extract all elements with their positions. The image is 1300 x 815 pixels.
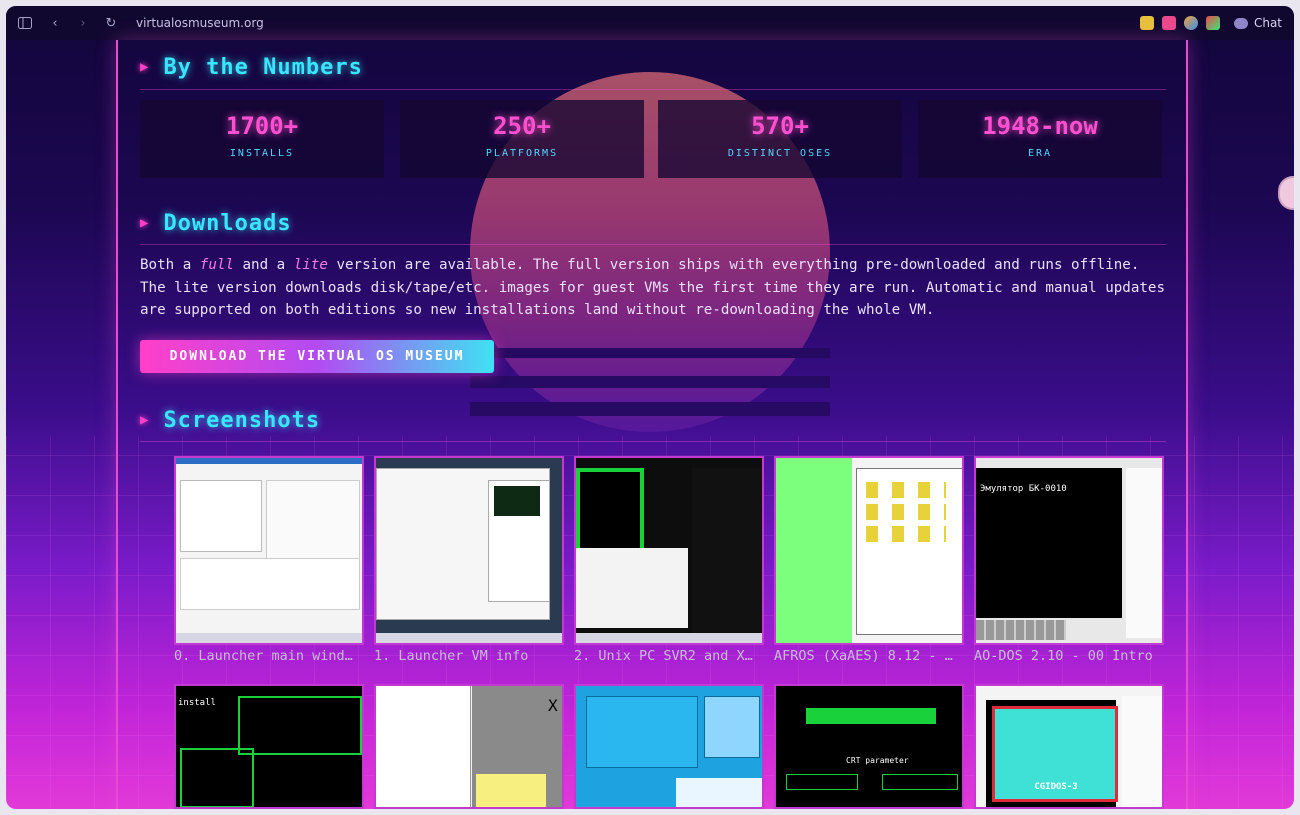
extensions-area bbox=[1139, 16, 1220, 30]
screenshot-thumb[interactable]: CGIDOS-3 bbox=[974, 684, 1164, 809]
downloads-paragraph: Both a full and a lite version are avail… bbox=[140, 254, 1166, 322]
stat-label: INSTALLS bbox=[229, 148, 295, 159]
screenshot-thumb[interactable]: CRT parameter bbox=[774, 684, 964, 809]
screenshot-caption: AFROS (XaAES) 8.12 - … bbox=[774, 648, 953, 664]
stat-platforms: 250+ PLATFORMS bbox=[400, 100, 644, 178]
extension-icon[interactable] bbox=[1139, 16, 1154, 30]
divider bbox=[140, 441, 1166, 442]
screen-window bbox=[586, 696, 698, 768]
divider bbox=[140, 244, 1166, 245]
stat-oses: 570+ DISTINCT OSES bbox=[658, 100, 902, 178]
screen-sidebar bbox=[1122, 696, 1162, 807]
emulator-title: Эмулятор БК-0010 bbox=[980, 484, 1067, 494]
para-text: and a bbox=[233, 257, 294, 273]
screen-console bbox=[692, 468, 762, 633]
chat-button[interactable]: Chat bbox=[1233, 16, 1282, 30]
extension-icon[interactable] bbox=[1183, 16, 1198, 30]
browser-window: ‹ › ↻ virtualosmuseum.org Chat ▶ By the … bbox=[6, 6, 1294, 809]
screenshot-thumb[interactable]: Эмулятор БК-0010 bbox=[974, 456, 1164, 645]
stat-label: DISTINCT OSES bbox=[727, 148, 833, 159]
triangle-icon: ▶ bbox=[140, 215, 150, 231]
screenshot-caption: 0. Launcher main wind… bbox=[174, 648, 353, 664]
stat-value: 1700+ bbox=[225, 112, 299, 140]
screenshot-thumb[interactable]: install bbox=[174, 684, 364, 809]
screenshot-caption: AO-DOS 2.10 - 00 Intro bbox=[974, 648, 1153, 664]
screen-folders bbox=[866, 504, 946, 520]
screen-terminal bbox=[576, 468, 644, 556]
screen-terminal bbox=[494, 486, 540, 516]
screen-highlight bbox=[806, 708, 936, 724]
back-icon[interactable]: ‹ bbox=[44, 12, 66, 34]
screen-taskbar bbox=[576, 633, 762, 643]
para-text: Both a bbox=[140, 257, 200, 273]
screen-panel bbox=[676, 778, 762, 807]
screen-desktop bbox=[776, 458, 852, 643]
stat-label: PLATFORMS bbox=[485, 148, 559, 159]
extension-icon[interactable] bbox=[1161, 16, 1176, 30]
full-emphasis: full bbox=[199, 257, 234, 273]
screen-note bbox=[476, 774, 546, 807]
screenshot-caption: 1. Launcher VM info bbox=[374, 648, 529, 664]
screen-box bbox=[786, 774, 858, 790]
content-panel: ▶ By the Numbers 1700+ INSTALLS 250+ PLA… bbox=[116, 40, 1188, 809]
screen-window bbox=[576, 548, 688, 628]
stat-value: 250+ bbox=[493, 112, 551, 140]
chat-label: Chat bbox=[1253, 16, 1282, 30]
stat-value: 1948-now bbox=[982, 112, 1098, 140]
sidebar-toggle-icon[interactable] bbox=[14, 12, 36, 34]
stat-installs: 1700+ INSTALLS bbox=[140, 100, 384, 178]
screenshot-caption: 2. Unix PC SVR2 and X… bbox=[574, 648, 753, 664]
screen-taskbar bbox=[176, 633, 362, 643]
download-button[interactable]: DOWNLOAD THE VIRTUAL OS MUSEUM bbox=[140, 340, 494, 373]
browser-toolbar: ‹ › ↻ virtualosmuseum.org Chat bbox=[6, 6, 1294, 40]
screen-folders bbox=[866, 526, 946, 542]
chat-bubble-icon bbox=[1233, 17, 1248, 29]
screenshot-thumb[interactable] bbox=[374, 456, 564, 645]
screenshot-thumb[interactable] bbox=[174, 456, 364, 645]
screen-list bbox=[180, 480, 262, 552]
forward-icon[interactable]: › bbox=[72, 12, 94, 34]
x-logo-icon: X bbox=[548, 696, 558, 715]
extension-icon[interactable] bbox=[1205, 16, 1220, 30]
stat-era: 1948-now ERA bbox=[918, 100, 1162, 178]
screen-calculator bbox=[704, 696, 760, 758]
numbers-heading: ▶ By the Numbers bbox=[140, 52, 363, 82]
screen-window bbox=[238, 696, 362, 755]
screenshots-title: Screenshots bbox=[163, 407, 321, 433]
screen-folders bbox=[866, 482, 946, 498]
screen-text: install bbox=[178, 698, 216, 708]
reload-icon[interactable]: ↻ bbox=[100, 12, 122, 34]
screen-keyboard bbox=[976, 620, 1066, 640]
screenshot-thumb[interactable] bbox=[574, 684, 764, 809]
screen-text: CRT parameter bbox=[846, 756, 909, 765]
screenshots-heading: ▶ Screenshots bbox=[140, 405, 320, 435]
screenshot-thumb[interactable] bbox=[774, 456, 964, 645]
screen-titlebar bbox=[176, 458, 362, 464]
triangle-icon: ▶ bbox=[140, 412, 150, 428]
stat-value: 570+ bbox=[751, 112, 809, 140]
triangle-icon: ▶ bbox=[140, 59, 150, 75]
screen-taskbar bbox=[376, 633, 562, 643]
side-avatar[interactable] bbox=[1278, 176, 1294, 210]
screen-window bbox=[180, 748, 254, 807]
divider bbox=[140, 89, 1166, 90]
screenshot-thumb[interactable] bbox=[574, 456, 764, 645]
screen-panel bbox=[266, 480, 360, 562]
stat-label: ERA bbox=[1027, 148, 1053, 159]
screenshot-thumb[interactable]: X bbox=[374, 684, 564, 809]
screen-box bbox=[882, 774, 958, 790]
screen-details bbox=[180, 558, 360, 610]
downloads-title: Downloads bbox=[163, 210, 292, 236]
lite-emphasis: lite bbox=[293, 257, 328, 273]
url-bar[interactable]: virtualosmuseum.org bbox=[136, 16, 264, 30]
screen-window bbox=[376, 686, 471, 807]
screen-text: CGIDOS-3 bbox=[1034, 782, 1078, 792]
downloads-heading: ▶ Downloads bbox=[140, 208, 292, 238]
numbers-title: By the Numbers bbox=[163, 54, 363, 80]
screen-sidebar bbox=[1126, 468, 1162, 638]
